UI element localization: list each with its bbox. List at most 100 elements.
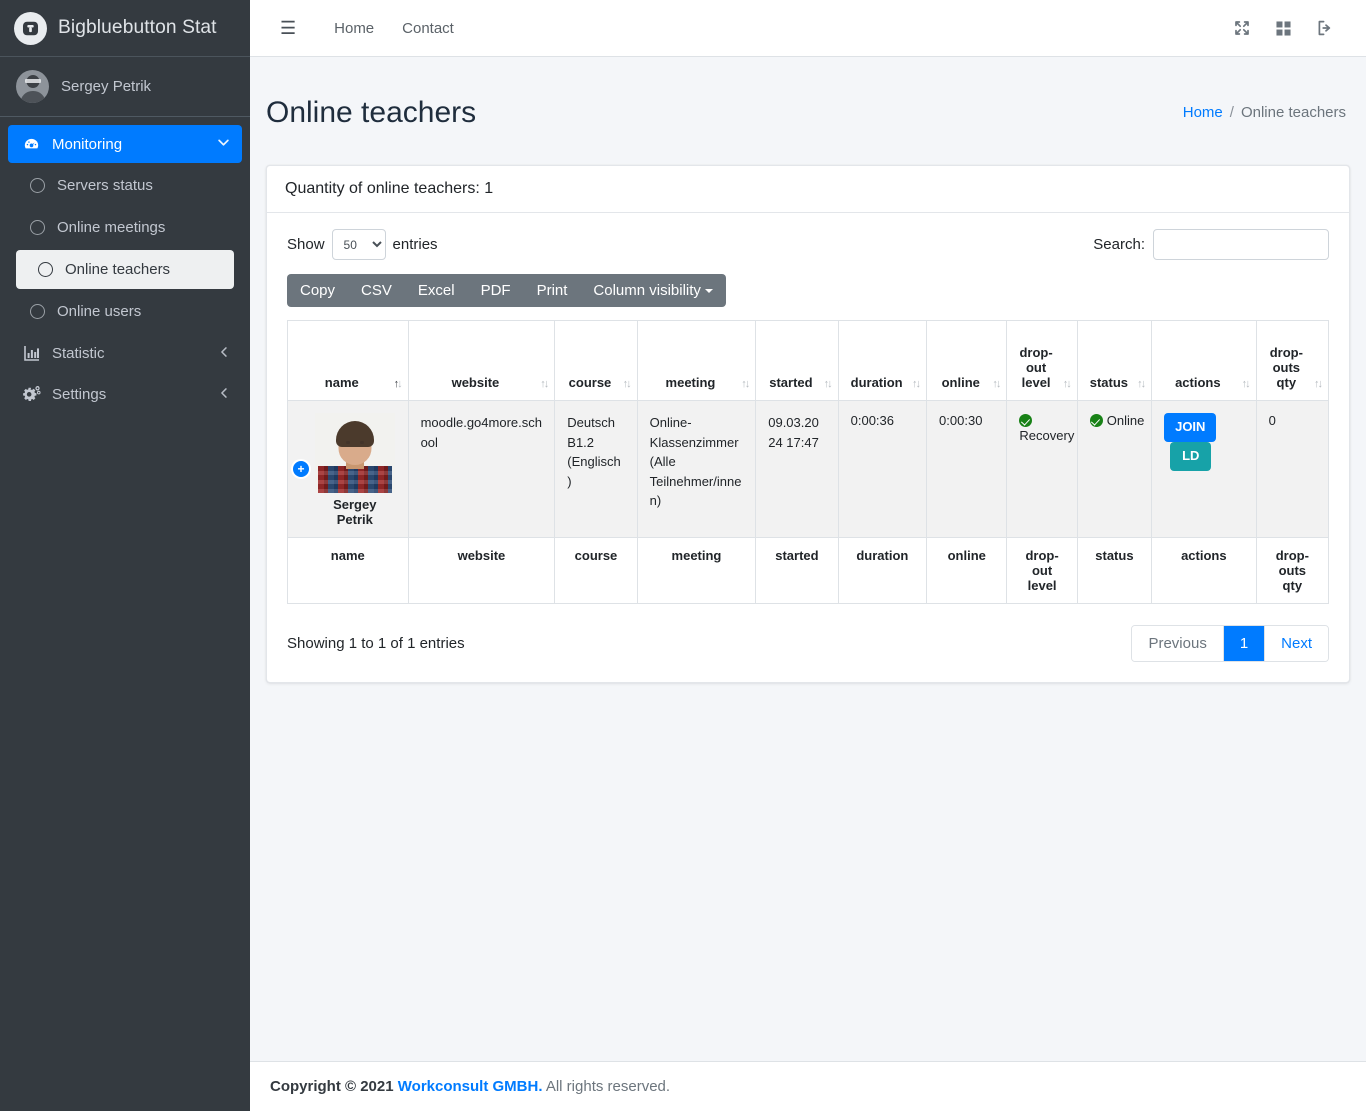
nav-link-contact[interactable]: Contact — [388, 12, 468, 45]
tf-course: course — [554, 537, 638, 605]
excel-button[interactable]: Excel — [405, 274, 468, 307]
hamburger-menu-icon[interactable]: ☰ — [272, 15, 304, 41]
breadcrumb-home[interactable]: Home — [1183, 104, 1223, 121]
th-large-grid-icon[interactable] — [1263, 13, 1304, 44]
sort-icon: ↑↓ — [622, 378, 632, 391]
th-started[interactable]: started ↑↓ — [755, 320, 839, 402]
check-circle-icon — [1089, 414, 1103, 428]
rights-text: All rights reserved. — [545, 1078, 671, 1095]
company-link[interactable]: Workconsult GMBH. — [398, 1078, 543, 1095]
pagination: Previous 1 Next — [1131, 625, 1329, 663]
th-label: drop-outs qty — [1269, 345, 1303, 391]
card-body: Show 10 25 50 100 entries Search: Copy C — [267, 213, 1349, 682]
tf-website: website — [407, 537, 556, 605]
sort-icon: ↑↓ — [1241, 378, 1251, 391]
cell-name: + Sergey Petrik — [287, 400, 409, 539]
page-footer: Copyright © 2021 Workconsult GMBH. All r… — [250, 1061, 1366, 1111]
pagination-page-1[interactable]: 1 — [1223, 626, 1266, 662]
th-label: name — [324, 375, 359, 391]
bar-chart-icon — [21, 345, 42, 361]
tf-online: online — [926, 537, 1008, 605]
pdf-button[interactable]: PDF — [468, 274, 524, 307]
sidebar-item-label: Statistic — [52, 344, 105, 362]
sort-icon: ↑↓ — [1137, 378, 1146, 391]
th-online[interactable]: online ↑↓ — [926, 320, 1008, 402]
csv-button[interactable]: CSV — [348, 274, 405, 307]
sort-icon: ↑↓ — [1314, 378, 1323, 391]
brand-header[interactable]: Bigbluebutton Stat — [0, 0, 250, 57]
sidebar-item-settings[interactable]: Settings — [8, 375, 242, 413]
tf-dropout-level: drop-out level — [1006, 537, 1078, 605]
expand-arrows-icon[interactable] — [1221, 12, 1263, 44]
circle-outline-icon — [30, 304, 45, 319]
cell-website: moodle.go4more.school — [407, 400, 556, 539]
sidebar-item-label: Online teachers — [65, 261, 171, 278]
sign-out-icon[interactable] — [1304, 12, 1346, 44]
chevron-left-icon — [218, 346, 230, 361]
cell-dropouts-qty: 0 — [1255, 400, 1330, 539]
th-meeting[interactable]: meeting ↑↓ — [636, 320, 757, 402]
tf-actions: actions — [1151, 537, 1257, 605]
sidebar-item-label: Monitoring — [52, 135, 123, 153]
cogs-icon — [21, 386, 42, 402]
ld-button[interactable]: LD — [1170, 442, 1212, 472]
app-logo-icon — [14, 11, 47, 45]
cell-actions: JOINLD — [1151, 400, 1257, 539]
circle-outline-icon — [30, 178, 45, 193]
tachometer-icon — [21, 136, 42, 153]
column-visibility-label: Column visibility — [593, 282, 701, 300]
main-spacer — [250, 683, 1366, 1061]
th-name[interactable]: name ↑↓ — [287, 320, 409, 402]
th-label: duration — [850, 375, 903, 391]
expand-row-icon[interactable]: + — [293, 461, 309, 478]
join-button[interactable]: JOIN — [1164, 413, 1217, 443]
breadcrumb: Home / Online teachers — [1183, 104, 1346, 121]
entries-select[interactable]: 10 25 50 100 — [331, 229, 386, 261]
search-input[interactable] — [1153, 229, 1329, 261]
pagination-previous[interactable]: Previous — [1132, 626, 1224, 662]
th-website[interactable]: website ↑↓ — [407, 320, 556, 402]
column-visibility-button[interactable]: Column visibility — [580, 274, 726, 307]
chevron-down-icon — [217, 136, 230, 152]
sidebar-item-servers-status[interactable]: Servers status — [8, 166, 242, 205]
sort-icon-asc: ↑↓ — [393, 378, 403, 391]
teacher-name: Sergey Petrik — [333, 497, 377, 528]
table-info: Showing 1 to 1 of 1 entries — [287, 635, 465, 653]
th-status[interactable]: status ↑↓ — [1076, 320, 1153, 402]
search-label: Search: — [1093, 236, 1145, 254]
sidebar-item-online-users[interactable]: Online users — [8, 292, 242, 331]
th-dropout-level[interactable]: drop-out level ↑↓ — [1006, 320, 1078, 402]
card-header-quantity: Quantity of online teachers: 1 — [267, 166, 1349, 214]
sidebar: Bigbluebutton Stat Sergey Petrik Monitor… — [0, 0, 250, 1111]
pagination-next[interactable]: Next — [1265, 626, 1328, 662]
nav-link-home[interactable]: Home — [320, 12, 388, 45]
th-label: status — [1089, 375, 1129, 391]
print-button[interactable]: Print — [524, 274, 581, 307]
copy-button[interactable]: Copy — [287, 274, 348, 307]
sidebar-item-online-teachers[interactable]: Online teachers — [16, 250, 234, 289]
th-label: started — [769, 375, 813, 391]
page-header: Online teachers Home / Online teachers — [250, 57, 1366, 165]
sidebar-item-label: Online users — [57, 303, 142, 320]
th-duration[interactable]: duration ↑↓ — [837, 320, 928, 402]
sidebar-item-monitoring[interactable]: Monitoring — [8, 125, 242, 163]
table-body: + Sergey Petrik moodle.go4more.school De… — [287, 400, 1330, 539]
th-actions[interactable]: actions ↑↓ — [1151, 320, 1257, 402]
entries-length-control: Show 10 25 50 100 entries — [287, 229, 438, 261]
sort-icon: ↑↓ — [1062, 378, 1072, 391]
th-label: drop-out level — [1019, 345, 1053, 391]
th-dropouts-qty[interactable]: drop-outs qty ↑↓ — [1255, 320, 1330, 402]
search-control: Search: — [1093, 229, 1329, 261]
sidebar-item-statistic[interactable]: Statistic — [8, 334, 242, 372]
export-buttons-toolbar: Copy CSV Excel PDF Print Column visibili… — [287, 274, 726, 308]
th-course[interactable]: course ↑↓ — [554, 320, 638, 402]
user-panel[interactable]: Sergey Petrik — [0, 57, 250, 117]
sidebar-item-label: Online meetings — [57, 219, 166, 236]
th-label: course — [568, 375, 612, 391]
sidebar-item-online-meetings[interactable]: Online meetings — [8, 208, 242, 247]
table-head: name ↑↓ website ↑↓ course ↑↓ meeting ↑↓ … — [287, 320, 1330, 402]
sort-icon: ↑↓ — [741, 378, 750, 391]
circle-outline-icon — [30, 220, 45, 235]
cell-course: Deutsch B1.2 (Englisch) — [554, 400, 638, 539]
sidebar-nav: Monitoring Servers status Online meeting… — [0, 117, 250, 416]
